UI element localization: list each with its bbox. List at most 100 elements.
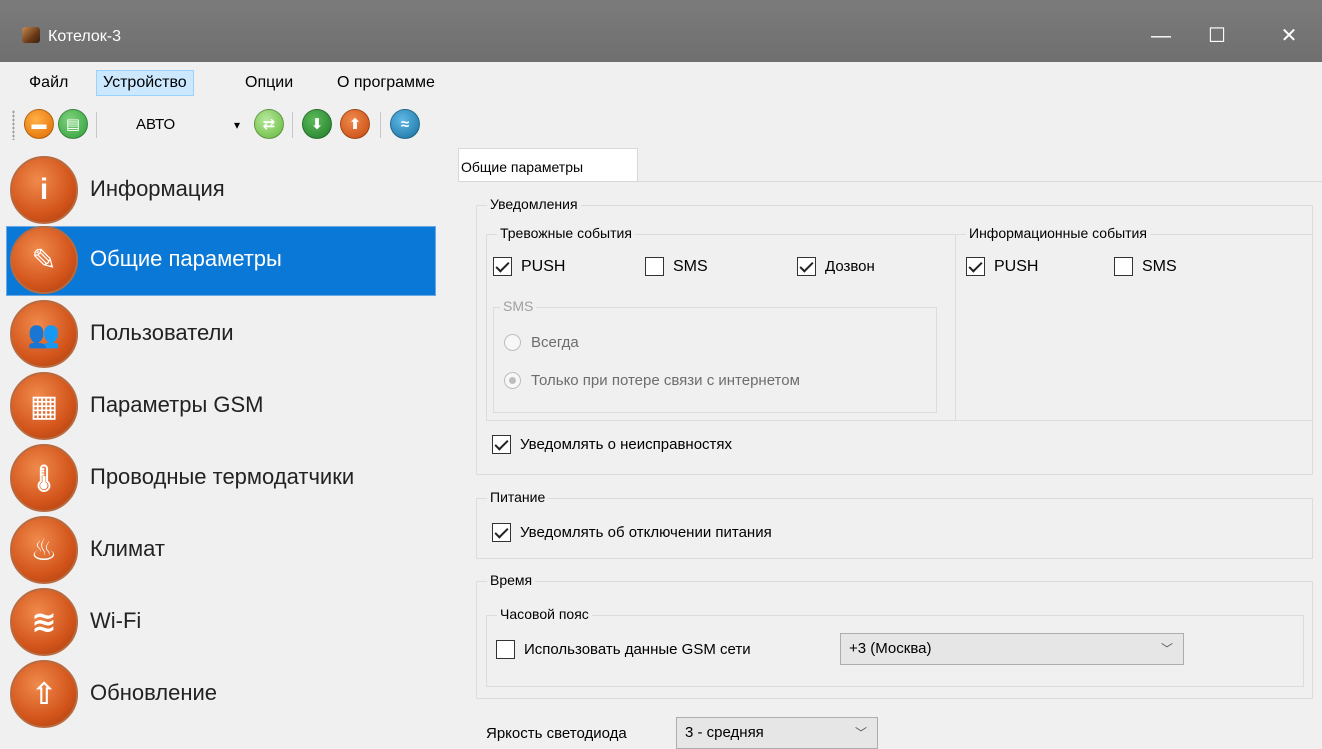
save-icon[interactable]: ▤ [58, 109, 88, 139]
info-icon: i [10, 156, 78, 224]
app-icon [22, 27, 40, 43]
checkbox-box [492, 435, 511, 454]
menu-bar: Файл Устройство Опции О программе [0, 62, 1322, 102]
sidebar-item-label: Общие параметры [90, 246, 282, 271]
checkbox-box [496, 640, 515, 659]
tab-general-settings[interactable]: Общие параметры [458, 148, 638, 182]
alarm-events-title: Тревожные события [497, 225, 635, 241]
close-button[interactable]: ✕ [1266, 18, 1312, 54]
upload-icon[interactable]: ⬆ [340, 109, 370, 139]
info-events-group: Информационные события PUSH SMS [955, 225, 1313, 421]
sidebar-item-wifi[interactable]: ≋ Wi-Fi [6, 580, 456, 656]
sidebar-item-info[interactable]: i Информация [6, 148, 456, 224]
chevron-down-icon: ﹀ [854, 726, 867, 740]
radio-dot [504, 372, 521, 389]
alarm-events-group: Тревожные события PUSH SMS Дозвон SMS Вс… [486, 225, 956, 421]
sidebar-item-label: Проводные термодатчики [90, 464, 355, 489]
alarm-push-checkbox[interactable]: PUSH [493, 257, 565, 276]
sidebar-item-users[interactable]: 👥 Пользователи [6, 292, 456, 368]
led-brightness-select[interactable]: 3 - средняя ﹀ [676, 717, 878, 749]
toolbar-grip[interactable] [12, 110, 15, 140]
connect-arrows-icon[interactable]: ⇄ [254, 109, 284, 139]
menu-options[interactable]: Опции [238, 70, 300, 96]
sim-card-icon: ▦ [10, 372, 78, 440]
checkbox-box [966, 257, 985, 276]
checkbox-box [797, 257, 816, 276]
sidebar-item-update[interactable]: ⇧ Обновление [6, 652, 456, 728]
alarm-call-checkbox[interactable]: Дозвон [797, 257, 875, 276]
info-sms-checkbox[interactable]: SMS [1114, 257, 1177, 276]
checkbox-label: Использовать данные GSM сети [524, 641, 751, 658]
radio-label: Только при потере связи с интернетом [531, 372, 800, 389]
update-arrow-icon: ⇧ [10, 660, 78, 728]
checkbox-label: PUSH [994, 257, 1039, 275]
sidebar-item-general[interactable]: ✎ Общие параметры [6, 218, 456, 296]
checkbox-label: SMS [1142, 257, 1177, 275]
flame-icon: ♨ [10, 516, 78, 584]
sidebar-item-label: Информация [90, 176, 225, 201]
checkbox-label: Уведомлять об отключении питания [520, 524, 772, 541]
sidebar-item-climate[interactable]: ♨ Климат [6, 508, 456, 584]
open-folder-icon[interactable]: ▬ [24, 109, 54, 139]
radio-dot [504, 334, 521, 351]
use-gsm-time-checkbox[interactable]: Использовать данные GSM сети [496, 640, 751, 659]
checkbox-box [492, 523, 511, 542]
mode-combo[interactable]: АВТО ▾ [128, 111, 244, 139]
timezone-group: Часовой пояс Использовать данные GSM сет… [486, 606, 1304, 687]
time-group: Время Часовой пояс Использовать данные G… [476, 572, 1313, 699]
sidebar-item-wired-sensors[interactable]: 🌡 Проводные термодатчики [6, 436, 456, 512]
download-icon[interactable]: ⬇ [302, 109, 332, 139]
minimize-button[interactable]: — [1138, 18, 1184, 54]
notify-faults-checkbox[interactable]: Уведомлять о неисправностях [492, 435, 732, 454]
power-group: Питание Уведомлять об отключении питания [476, 489, 1313, 559]
users-icon: 👥 [10, 300, 78, 368]
menu-file[interactable]: Файл [22, 70, 75, 96]
toolbar-separator [292, 112, 293, 138]
notify-power-off-checkbox[interactable]: Уведомлять об отключении питания [492, 523, 772, 542]
checkbox-label: Уведомлять о неисправностях [520, 436, 733, 453]
menu-device[interactable]: Устройство [96, 70, 194, 96]
sidebar: i Информация ✎ Общие параметры 👥 Пользов… [0, 148, 454, 749]
chevron-down-icon: ▾ [233, 118, 240, 132]
notifications-title: Уведомления [487, 196, 581, 212]
sidebar-item-label: Пользователи [90, 320, 234, 345]
timezone-select[interactable]: +3 (Москва) ﹀ [840, 633, 1184, 665]
timezone-title: Часовой пояс [497, 606, 592, 622]
toolbar-separator [96, 112, 97, 138]
title-bar: Котелок-3 — ☐ ✕ [0, 0, 1322, 62]
wifi-icon: ≋ [10, 588, 78, 656]
sidebar-item-gsm[interactable]: ▦ Параметры GSM [6, 364, 456, 440]
mode-combo-value: АВТО [136, 116, 176, 133]
sms-mode-group: SMS Всегда Только при потере связи с инт… [493, 298, 937, 413]
notifications-group: Уведомления Тревожные события PUSH SMS Д… [476, 196, 1313, 475]
alarm-sms-checkbox[interactable]: SMS [645, 257, 708, 276]
sms-always-radio[interactable]: Всегда [504, 334, 579, 351]
sidebar-item-label: Климат [90, 536, 165, 561]
sidebar-item-label: Обновление [90, 680, 218, 705]
checkbox-label: SMS [673, 257, 708, 275]
wrench-icon: ✎ [10, 226, 78, 294]
sync-icon[interactable]: ≈ [390, 109, 420, 139]
sidebar-item-label: Параметры GSM [90, 392, 264, 417]
sms-only-on-loss-radio[interactable]: Только при потере связи с интернетом [504, 372, 800, 389]
checkbox-label: Дозвон [825, 258, 875, 275]
led-brightness-value: 3 - средняя [685, 724, 764, 741]
maximize-button[interactable]: ☐ [1194, 18, 1240, 54]
window-title: Котелок-3 [48, 28, 122, 45]
checkbox-label: PUSH [521, 257, 566, 275]
sidebar-item-label: Wi-Fi [90, 608, 142, 633]
checkbox-box [1114, 257, 1133, 276]
checkbox-box [493, 257, 512, 276]
radio-label: Всегда [531, 334, 579, 351]
timezone-select-value: +3 (Москва) [849, 640, 932, 657]
power-title: Питание [487, 489, 549, 505]
time-title: Время [487, 572, 536, 588]
thermometer-icon: 🌡 [10, 444, 78, 512]
toolbar-separator [380, 112, 381, 138]
menu-about[interactable]: О программе [330, 70, 442, 96]
info-push-checkbox[interactable]: PUSH [966, 257, 1038, 276]
checkbox-box [645, 257, 664, 276]
chevron-down-icon: ﹀ [1160, 642, 1173, 656]
toolbar: ▬ ▤ АВТО ▾ ⇄ ⬇ ⬆ ≈ [0, 102, 1322, 148]
led-brightness-label: Яркость светодиода [486, 725, 627, 742]
